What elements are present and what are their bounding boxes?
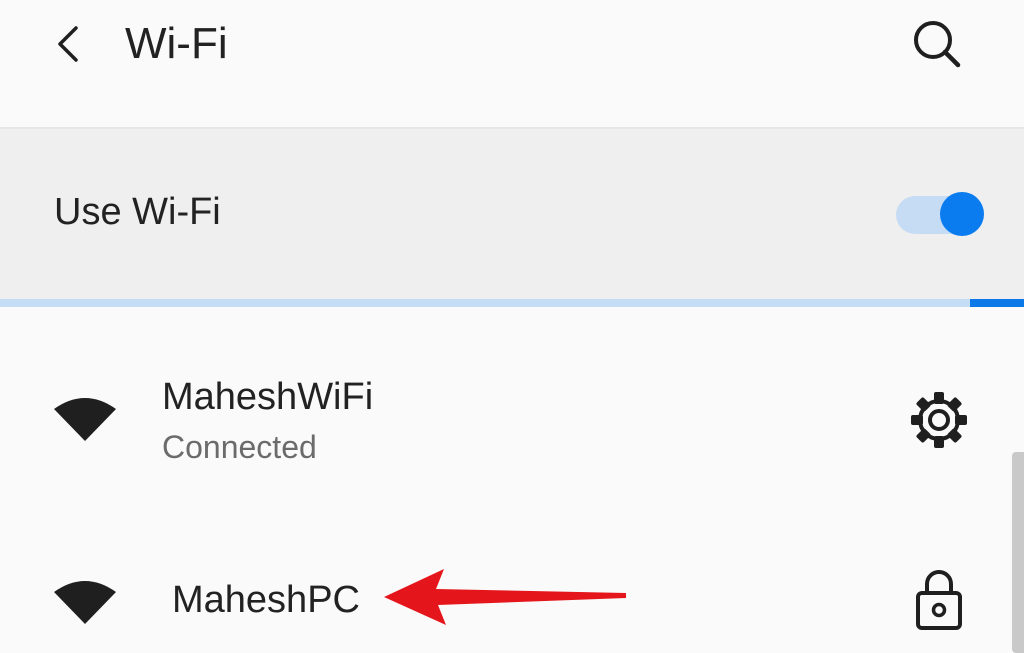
scan-progress-fill — [969, 299, 1024, 307]
red-arrow-icon — [384, 569, 626, 625]
wifi-signal-icon — [54, 398, 116, 441]
gear-icon — [911, 392, 967, 448]
lock-icon — [916, 570, 962, 630]
network-name: MaheshWiFi — [162, 376, 374, 418]
scrollbar[interactable] — [1012, 452, 1024, 653]
search-icon — [914, 21, 961, 68]
network-name: MaheshPC — [172, 579, 360, 621]
search-button[interactable] — [906, 16, 966, 72]
wifi-toggle-switch[interactable] — [896, 192, 986, 238]
chevron-left-icon — [58, 26, 78, 62]
page-title: Wi-Fi — [125, 19, 228, 68]
use-wifi-label: Use Wi-Fi — [54, 191, 221, 233]
switch-thumb — [940, 192, 984, 236]
app-bar: Wi-Fi — [0, 0, 1024, 129]
network-settings-button[interactable] — [908, 389, 970, 451]
wifi-signal-icon — [54, 581, 116, 624]
network-item-maheshwifi[interactable]: MaheshWiFi Connected — [0, 309, 1010, 484]
scan-progress-bar — [0, 299, 1024, 307]
use-wifi-row[interactable]: Use Wi-Fi — [0, 129, 1024, 299]
network-status: Connected — [162, 429, 317, 465]
back-button[interactable] — [44, 18, 96, 70]
